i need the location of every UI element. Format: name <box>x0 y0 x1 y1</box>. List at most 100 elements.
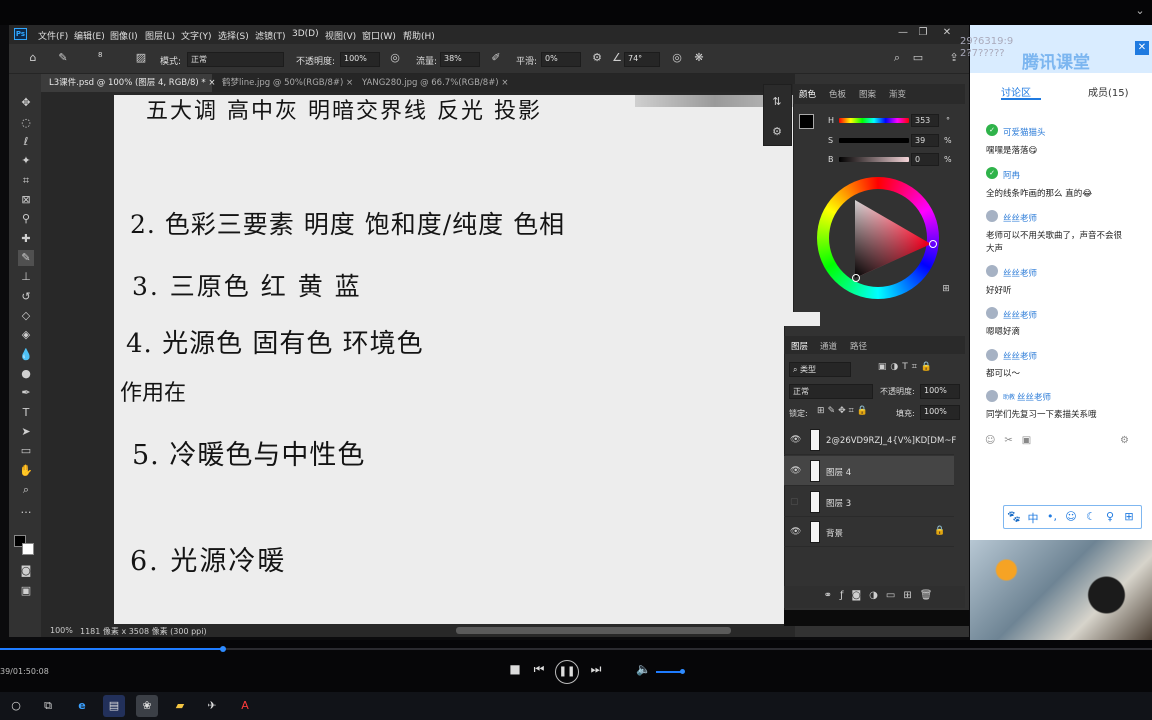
foreground-swatch[interactable] <box>799 114 814 129</box>
bucket-tool-icon[interactable]: ◈ <box>18 327 34 343</box>
chat-username[interactable]: 阿冉 <box>1003 169 1020 181</box>
hue-input[interactable]: 353 <box>911 114 939 127</box>
stop-icon[interactable]: ■ <box>508 662 522 676</box>
workspace-icon[interactable]: ▭ <box>911 51 925 64</box>
tab-channels[interactable]: 通道 <box>820 340 837 352</box>
move-tool-icon[interactable]: ✥ <box>18 95 34 111</box>
brush-tool-icon[interactable]: ✎ <box>56 51 70 64</box>
previous-icon[interactable]: ⏮ <box>532 662 546 677</box>
lock-icons[interactable]: ⊞✎✥⌗🔒 <box>814 406 874 416</box>
angle-input[interactable]: 74° <box>624 52 660 67</box>
smoothing-input[interactable]: 0% <box>541 52 581 67</box>
chat-username[interactable]: 丝丝老师 <box>1017 391 1051 403</box>
eye-icon[interactable]: 👁 <box>790 527 801 537</box>
volume-slider[interactable] <box>656 671 684 673</box>
chat-username[interactable]: 丝丝老师 <box>1003 309 1037 321</box>
pressure-size-icon[interactable]: ◎ <box>670 51 684 64</box>
menu-type[interactable]: 文字(Y) <box>181 29 212 42</box>
tab-color[interactable]: 颜色 <box>799 88 816 100</box>
frame-tool-icon[interactable]: ⊠ <box>18 192 34 208</box>
tab-hemeng[interactable]: 鹤梦line.jpg @ 50%(RGB/8#) × <box>214 74 353 92</box>
marquee-tool-icon[interactable]: ◌ <box>18 115 34 131</box>
magic-wand-icon[interactable]: ✦ <box>18 153 34 169</box>
tab-swatches[interactable]: 色板 <box>829 88 846 100</box>
ime-grid[interactable]: ⊞ <box>1122 510 1136 523</box>
next-icon[interactable]: ⏭ <box>589 662 603 677</box>
close-icon[interactable]: ✕ <box>937 27 957 41</box>
type-tool-icon[interactable]: T <box>18 405 34 421</box>
tab-members[interactable]: 成员(15) <box>1088 84 1129 99</box>
search-icon[interactable]: ⌕ <box>890 51 904 65</box>
horizontal-scrollbar[interactable] <box>456 627 731 634</box>
stamp-tool-icon[interactable]: ⊥ <box>18 269 34 285</box>
menu-filter[interactable]: 滤镜(T) <box>255 29 286 42</box>
volume-icon[interactable]: 🔈 <box>636 662 651 676</box>
eyedropper-icon[interactable]: ⚲ <box>18 211 34 227</box>
symmetry-icon[interactable]: ❋ <box>692 51 706 64</box>
chat-username[interactable]: 丝丝老师 <box>1003 267 1037 279</box>
layer-filter-icons[interactable]: ▣◑T⌗🔒 <box>862 362 952 372</box>
brightness-slider[interactable] <box>839 157 909 162</box>
app-icon[interactable]: ✈ <box>201 695 223 717</box>
brush-size[interactable]: 8 <box>98 51 102 59</box>
paw-icon[interactable]: 🐾 <box>1007 510 1021 523</box>
app-icon[interactable]: ❀ <box>136 695 158 717</box>
lasso-tool-icon[interactable]: ℓ <box>18 134 34 150</box>
pressure-opacity-icon[interactable]: ◎ <box>388 51 402 64</box>
hand-tool-icon[interactable]: ✋ <box>18 463 34 479</box>
tab-layers[interactable]: 图层 <box>791 340 808 352</box>
hue-marker[interactable] <box>929 240 937 248</box>
dodge-tool-icon[interactable]: ● <box>18 366 34 382</box>
tab-discussion[interactable]: 讨论区 <box>1001 84 1031 99</box>
layer-opacity-input[interactable]: 100% <box>920 384 960 399</box>
chat-username[interactable]: 丝丝老师 <box>1003 350 1037 362</box>
eye-icon[interactable]: 👁 <box>790 435 801 445</box>
menu-view[interactable]: 视图(V) <box>325 29 356 42</box>
zoom-level[interactable]: 100% <box>50 626 73 635</box>
airbrush-icon[interactable]: ✐ <box>489 51 503 64</box>
start-icon[interactable]: ○ <box>5 695 27 717</box>
tab-paths[interactable]: 路径 <box>850 340 867 352</box>
hue-slider[interactable] <box>839 118 909 123</box>
menu-layer[interactable]: 图层(L) <box>145 29 175 42</box>
tab-l3-course[interactable]: L3课件.psd @ 100% (图层 4, RGB/8) * × <box>41 74 216 92</box>
saturation-slider[interactable] <box>839 138 909 143</box>
eraser-tool-icon[interactable]: ◇ <box>18 308 34 324</box>
quick-mask-icon[interactable]: ◙ <box>18 563 34 579</box>
chat-toolbar-icons[interactable]: ☺✂▣ <box>985 435 1045 446</box>
eye-hidden-icon[interactable]: ▢ <box>790 497 799 507</box>
brightness-input[interactable]: 0 <box>911 153 939 166</box>
chevron-down-icon[interactable]: ⌄ <box>1133 4 1147 18</box>
more-tools-icon[interactable]: … <box>18 502 34 518</box>
crop-tool-icon[interactable]: ⌗ <box>18 173 34 189</box>
saturation-input[interactable]: 39 <box>911 134 939 147</box>
ime-punct[interactable]: •, <box>1045 510 1059 523</box>
menu-edit[interactable]: 编辑(E) <box>74 29 105 42</box>
gear-icon[interactable]: ⚙ <box>590 51 604 64</box>
folder-icon[interactable]: ▰ <box>169 695 191 717</box>
pause-button[interactable]: ❚❚ <box>555 660 579 684</box>
properties-icon[interactable]: ⚙ <box>770 125 784 138</box>
color-triangle[interactable] <box>845 198 937 282</box>
blur-tool-icon[interactable]: 💧 <box>18 347 34 363</box>
tab-gradients[interactable]: 渐变 <box>889 88 906 100</box>
task-view-icon[interactable]: ⧉ <box>37 695 59 717</box>
blend-mode-select[interactable]: 正常 <box>789 384 873 399</box>
minimize-icon[interactable]: — <box>893 27 913 41</box>
opacity-input[interactable]: 100% <box>340 52 380 67</box>
mode-select[interactable]: 正常 <box>187 52 284 67</box>
layer-filter-select[interactable]: ⌕ 类型 <box>789 362 851 377</box>
screen-mode-icon[interactable]: ▣ <box>18 583 34 599</box>
ime-user[interactable]: ♀ <box>1103 510 1117 523</box>
ime-mode[interactable]: 中 <box>1026 510 1040 526</box>
menu-image[interactable]: 图像(I) <box>110 29 138 42</box>
close-icon[interactable]: ✕ <box>1135 41 1149 55</box>
edge-icon[interactable]: e <box>71 695 93 717</box>
path-select-icon[interactable]: ➤ <box>18 424 34 440</box>
layer-actions-icons[interactable]: ⚭ƒ◙◑▭⊞🗑 <box>812 590 952 601</box>
app-icon[interactable]: A <box>234 695 256 717</box>
document-canvas[interactable]: 五大调 高中灰 明暗交界线 反光 投影 2. 色彩三要素 明度 饱和度/纯度 色… <box>114 95 820 624</box>
menu-select[interactable]: 选择(S) <box>218 29 249 42</box>
chat-username[interactable]: 可爱猫猫头 <box>1003 126 1046 138</box>
flow-input[interactable]: 38% <box>440 52 480 67</box>
